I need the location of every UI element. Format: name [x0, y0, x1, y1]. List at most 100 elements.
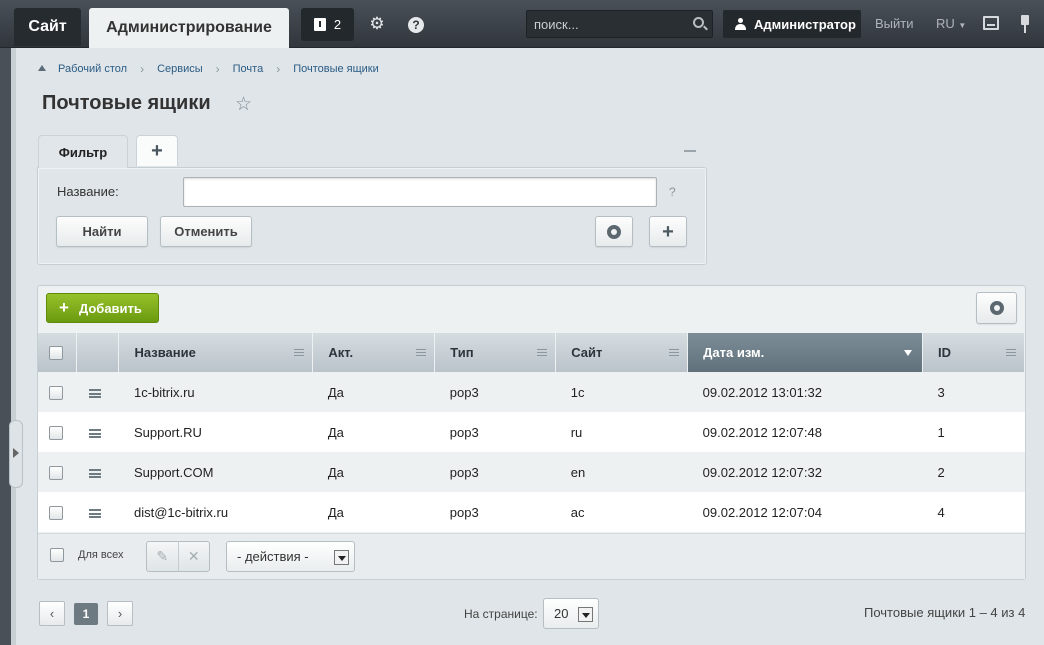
table-row[interactable]: Support.COM Да pop3 en 09.02.2012 12:07:…: [38, 452, 1025, 492]
row-checkbox[interactable]: [49, 505, 63, 520]
breadcrumb: Рабочий стол › Сервисы › Почта › Почтовы…: [38, 62, 379, 76]
breadcrumb-item[interactable]: Сервисы: [157, 63, 203, 75]
cell-site: en: [555, 452, 688, 492]
breadcrumb-item[interactable]: Почтовые ящики: [293, 63, 379, 75]
next-page-button[interactable]: ›: [107, 601, 133, 626]
column-header-site[interactable]: Сайт: [555, 333, 689, 372]
breadcrumb-item[interactable]: Почта: [233, 63, 264, 75]
pin-icon[interactable]: [1020, 15, 1030, 33]
column-header-type[interactable]: Тип: [434, 333, 557, 372]
filter-collapse-icon[interactable]: [684, 150, 696, 152]
user-icon: [735, 18, 746, 30]
tab-administration[interactable]: Администрирование: [89, 8, 289, 48]
cell-site: ac: [555, 492, 688, 532]
filter-name-label: Название:: [57, 184, 119, 199]
row-checkbox[interactable]: [49, 385, 63, 400]
column-menu-icon[interactable]: [416, 349, 427, 356]
column-header-date[interactable]: Дата изм.: [687, 333, 923, 372]
cell-active: Да: [312, 372, 435, 412]
notifications-button[interactable]: 2: [301, 8, 354, 41]
actions-select-value: - действия -: [237, 549, 309, 564]
search-input[interactable]: [527, 11, 687, 37]
row-menu-icon[interactable]: [88, 468, 101, 478]
favorite-star-icon[interactable]: ☆: [235, 93, 252, 116]
cell-name[interactable]: 1c-bitrix.ru: [118, 372, 313, 412]
filter-help-icon[interactable]: ?: [669, 185, 676, 199]
filter-name-input[interactable]: [183, 177, 657, 207]
user-button[interactable]: Администратор: [723, 10, 861, 38]
gear-icon[interactable]: ⚙: [366, 14, 388, 34]
cell-name[interactable]: dist@1c-bitrix.ru: [118, 492, 313, 532]
menu-expand-handle[interactable]: [9, 420, 23, 488]
column-header-label: Сайт: [571, 345, 603, 360]
column-menu-icon[interactable]: [294, 349, 305, 356]
filter-settings-button[interactable]: [595, 216, 633, 247]
breadcrumb-separator: ›: [140, 62, 145, 76]
cell-date: 09.02.2012 12:07:32: [687, 452, 923, 492]
row-menu-icon[interactable]: [88, 428, 101, 438]
gear-icon: [989, 301, 1004, 315]
cell-id: 1: [922, 412, 1025, 452]
cell-name[interactable]: Support.COM: [118, 452, 313, 492]
for-all-checkbox[interactable]: [50, 548, 64, 562]
column-header-active[interactable]: Акт.: [312, 333, 436, 372]
notifications-count: 2: [333, 17, 342, 32]
cell-type: pop3: [434, 452, 556, 492]
table-row[interactable]: 1c-bitrix.ru Да pop3 1c 09.02.2012 13:01…: [38, 372, 1025, 412]
breadcrumb-separator: ›: [215, 62, 220, 76]
add-button-label: Добавить: [78, 300, 142, 316]
actions-header: [76, 333, 120, 372]
table-row[interactable]: Support.RU Да pop3 ru 09.02.2012 12:07:4…: [38, 412, 1025, 452]
current-page[interactable]: 1: [74, 603, 98, 625]
list-settings-button[interactable]: [976, 292, 1017, 324]
find-button[interactable]: Найти: [56, 216, 148, 247]
keyboard-icon[interactable]: [983, 16, 999, 30]
select-all-checkbox[interactable]: [49, 346, 63, 361]
language-switcher[interactable]: RU ▼: [936, 16, 966, 31]
delete-icon[interactable]: ✕: [179, 542, 210, 571]
cell-site: 1c: [555, 372, 688, 412]
column-menu-icon[interactable]: [669, 349, 680, 356]
for-all-label: Для всех: [78, 549, 124, 561]
help-icon[interactable]: ?: [405, 14, 427, 34]
prev-page-button[interactable]: ‹: [39, 601, 65, 626]
per-page-value: 20: [554, 606, 569, 621]
search-box: [526, 10, 713, 38]
cell-name[interactable]: Support.RU: [118, 412, 313, 452]
row-checkbox[interactable]: [49, 425, 63, 440]
filter-add-tab-button[interactable]: +: [136, 135, 178, 166]
row-menu-icon[interactable]: [88, 508, 101, 518]
top-panel: Сайт Администрирование 2 ⚙ ? Администрат…: [0, 0, 1044, 48]
row-menu-icon[interactable]: [88, 388, 101, 398]
user-name: Администратор: [754, 16, 856, 32]
search-icon[interactable]: [693, 17, 704, 28]
list-summary: Почтовые ящики 1 – 4 из 4: [864, 605, 1026, 620]
filter-add-field-button[interactable]: +: [649, 216, 687, 247]
cell-active: Да: [312, 412, 435, 452]
edit-icon[interactable]: ✎: [147, 542, 179, 571]
add-button[interactable]: + Добавить: [46, 293, 159, 323]
column-menu-icon[interactable]: [537, 349, 548, 356]
filter-tab[interactable]: Фильтр: [38, 135, 128, 168]
table-row[interactable]: dist@1c-bitrix.ru Да pop3 ac 09.02.2012 …: [38, 492, 1025, 532]
cell-active: Да: [312, 492, 435, 532]
logout-link[interactable]: Выйти: [875, 16, 914, 31]
plus-icon: +: [662, 220, 674, 243]
row-checkbox[interactable]: [49, 465, 63, 480]
tab-site[interactable]: Сайт: [14, 8, 81, 46]
up-arrow-icon[interactable]: [38, 65, 46, 71]
column-header-name[interactable]: Название: [118, 333, 314, 372]
column-header-label: ID: [938, 345, 951, 360]
per-page-select[interactable]: 20: [543, 598, 599, 629]
breadcrumb-item[interactable]: Рабочий стол: [58, 63, 127, 75]
chevron-right-icon: [13, 448, 19, 458]
cell-type: pop3: [434, 372, 556, 412]
actions-select[interactable]: - действия -: [226, 541, 355, 572]
cancel-button[interactable]: Отменить: [160, 216, 252, 247]
notification-icon: [313, 18, 326, 31]
breadcrumb-separator: ›: [276, 62, 281, 76]
column-menu-icon[interactable]: [1006, 349, 1016, 356]
chevron-down-icon: [578, 607, 593, 622]
cell-type: pop3: [434, 492, 556, 532]
column-header-id[interactable]: ID: [922, 333, 1025, 372]
